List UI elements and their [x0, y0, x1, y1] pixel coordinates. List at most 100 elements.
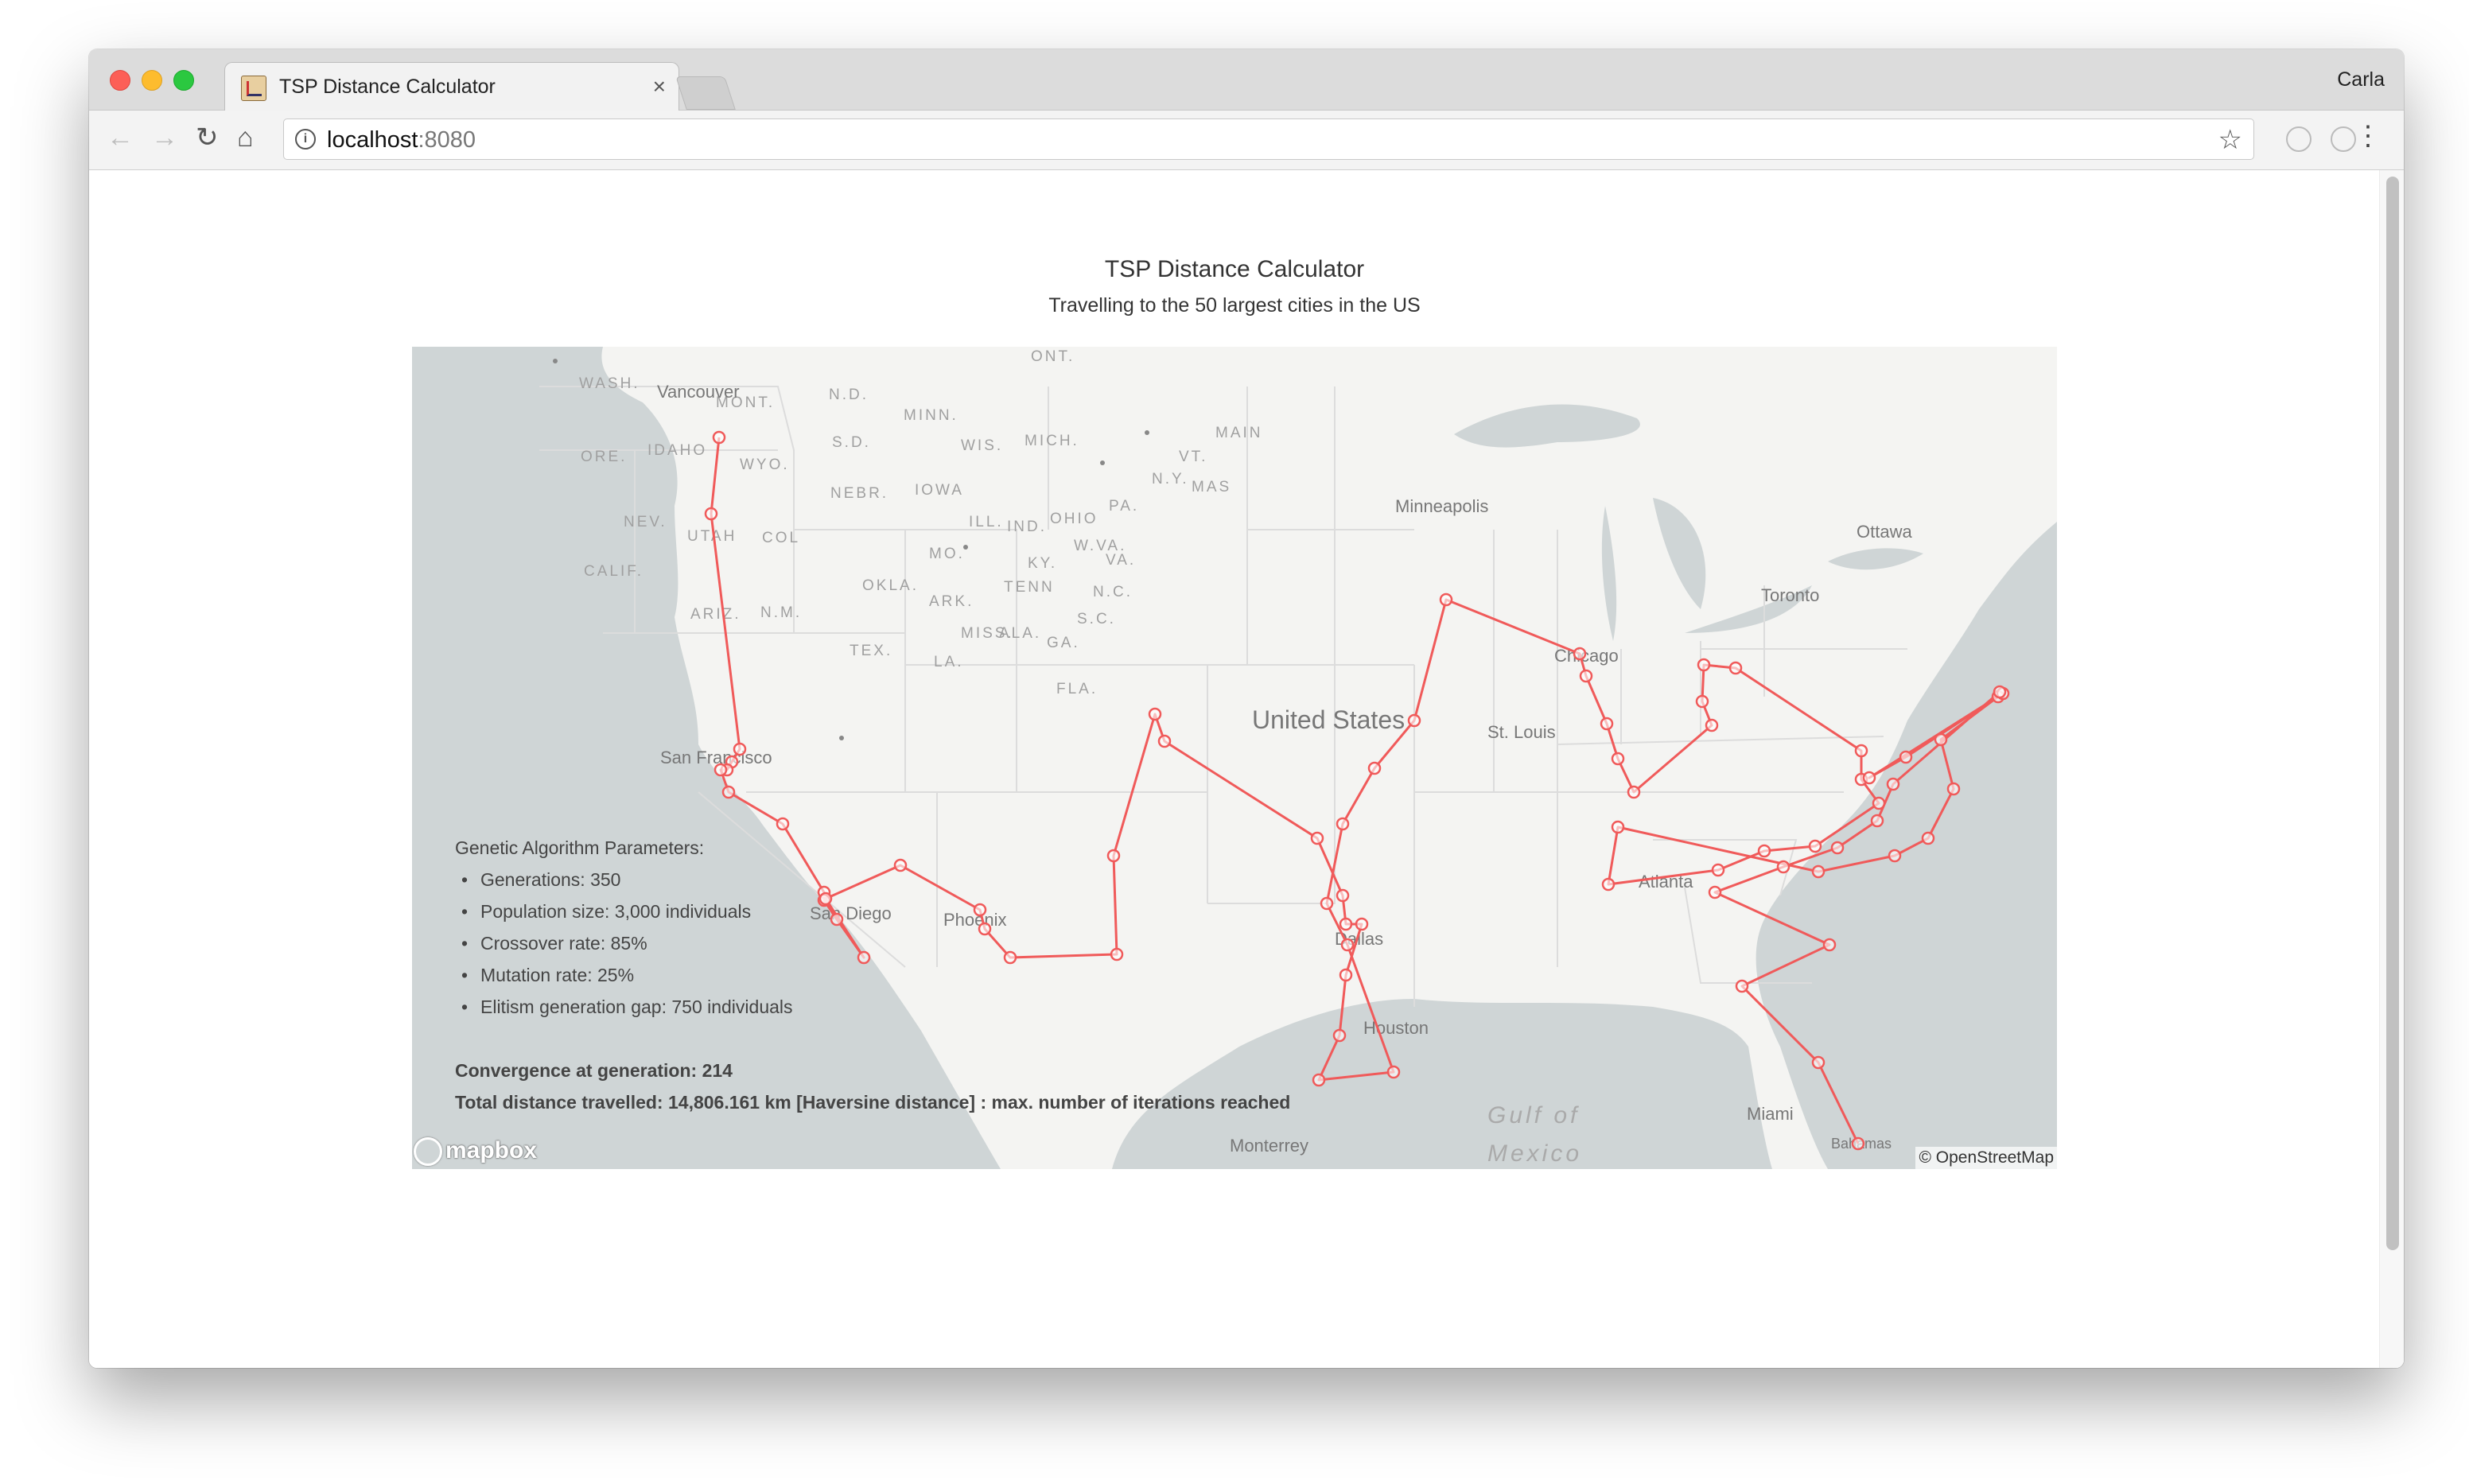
route-stop-marker — [1822, 938, 1837, 952]
route-stop-marker — [1921, 831, 1935, 845]
city-label-minneapolis: Minneapolis — [1395, 496, 1488, 516]
scrollbar-thumb[interactable] — [2386, 177, 2399, 1250]
page-title: TSP Distance Calculator — [1104, 256, 1365, 282]
route-stop-marker — [1600, 717, 1614, 731]
city-label-st-louis: St. Louis — [1487, 722, 1556, 742]
route-stop-marker — [1708, 885, 1722, 899]
gulf-label-line2: Mexico — [1487, 1140, 1582, 1167]
route-stop-marker — [733, 742, 747, 756]
page-content: TSP Distance Calculator Travelling to th… — [89, 170, 2404, 1368]
city-label-monterrey: Monterrey — [1230, 1136, 1308, 1156]
route-stop-marker — [1336, 888, 1350, 903]
route-stop-marker — [776, 817, 790, 831]
city-label-houston: Houston — [1363, 1018, 1429, 1038]
back-arrow-icon[interactable]: ← — [107, 122, 134, 153]
page-subtitle: Travelling to the 50 largest cities in t… — [1048, 294, 1421, 317]
favicon-icon — [241, 76, 266, 101]
route-stop-marker — [1332, 1028, 1347, 1043]
route-stop-marker — [1439, 592, 1453, 607]
extension-2-icon[interactable] — [2331, 126, 2356, 152]
route-stop-marker — [1946, 782, 1961, 796]
city-label-toronto: Toronto — [1761, 585, 1819, 605]
route-stop-marker — [1735, 979, 1749, 993]
total-distance-text: Total distance travelled: 14,806.161 km … — [455, 1092, 1291, 1113]
route-stop-marker — [1320, 896, 1334, 911]
mapbox-logo[interactable]: mapbox — [414, 1137, 537, 1166]
route-stop-marker — [1711, 863, 1725, 877]
route-stop-marker — [1888, 849, 1902, 863]
route-stop-marker — [704, 507, 718, 521]
tab-title: TSP Distance Calculator — [279, 76, 496, 98]
city-label-ottawa: Ottawa — [1857, 522, 1912, 542]
menu-dots-icon[interactable]: ⋮ — [2354, 120, 2382, 152]
route-stop-marker — [1811, 1055, 1826, 1070]
route-stop-marker — [713, 763, 728, 777]
city-label-san-francisco: San Francisco — [660, 748, 772, 767]
param-population-size: Population size: 3,000 individuals — [455, 895, 1290, 927]
url-text: localhost:8080 — [327, 127, 476, 153]
address-bar[interactable]: i localhost:8080 ☆ — [283, 118, 2254, 160]
zoom-window-button[interactable] — [173, 70, 194, 91]
route-stop-marker — [1336, 817, 1350, 831]
route-stop-marker — [1355, 917, 1369, 931]
route-stop-marker — [712, 430, 726, 445]
city-dots — [553, 359, 1149, 740]
mapbox-logo-text: mapbox — [445, 1136, 538, 1164]
route-stop-marker — [1695, 694, 1709, 709]
route-stop-marker — [1851, 1136, 1865, 1151]
route-stop-marker — [1862, 771, 1876, 785]
scrollbar[interactable] — [2379, 170, 2404, 1368]
url-port: :8080 — [418, 127, 476, 153]
route-stop-marker — [1340, 938, 1355, 952]
map-attribution[interactable]: © OpenStreetMap — [1915, 1147, 2057, 1169]
route-stop-marker — [1611, 752, 1625, 766]
city-label-chicago: Chicago — [1554, 646, 1619, 666]
param-elitism-gap: Elitism generation gap: 750 individuals — [455, 991, 1290, 1023]
parameters-list: Generations: 350 Population size: 3,000 … — [455, 864, 1290, 1023]
route-stop-marker — [1886, 777, 1900, 791]
convergence-text: Convergence at generation: 214 — [455, 1060, 733, 1081]
reload-icon[interactable]: ↻ — [196, 122, 219, 153]
route-stop-marker — [1310, 831, 1324, 845]
route-stop-marker — [1776, 860, 1791, 874]
forward-arrow-icon[interactable]: → — [151, 122, 178, 153]
extension-icon[interactable] — [2286, 126, 2312, 152]
route-stop-marker — [721, 785, 736, 799]
param-crossover-rate: Crossover rate: 85% — [455, 927, 1290, 959]
route-stop-marker — [1339, 917, 1353, 931]
route-stop-marker — [1993, 685, 2007, 699]
param-mutation-rate: Mutation rate: 25% — [455, 959, 1290, 991]
city-label-miami: Miami — [1747, 1104, 1794, 1124]
new-tab-button[interactable] — [675, 76, 736, 110]
route-stop-marker — [1899, 750, 1913, 764]
mapbox-logo-icon — [414, 1137, 442, 1166]
param-generations: Generations: 350 — [455, 864, 1290, 895]
route-stop-marker — [1757, 844, 1771, 858]
city-label-vancouver: Vancouver — [657, 382, 740, 402]
route-stop-marker — [1312, 1073, 1326, 1087]
route-stop-marker — [1386, 1065, 1401, 1079]
route-stop-marker — [1728, 661, 1743, 675]
ga-parameters-panel: Genetic Algorithm Parameters: Generation… — [455, 832, 1290, 1118]
route-stop-marker — [1854, 744, 1868, 758]
parameters-heading: Genetic Algorithm Parameters: — [455, 837, 705, 858]
route-stop-marker — [1705, 718, 1719, 732]
home-icon[interactable]: ⌂ — [237, 122, 254, 153]
browser-window: TSP Distance Calculator × Carla ← → ↻ ⌂ … — [89, 49, 2404, 1368]
profile-name[interactable]: Carla — [2337, 68, 2385, 91]
map[interactable]: WASH. ORE. IDAHO MONT. WYO. N.D. S.D. NE… — [412, 347, 2057, 1169]
close-window-button[interactable] — [110, 70, 130, 91]
gulf-label-line1: Gulf of — [1487, 1102, 1580, 1129]
minimize-window-button[interactable] — [142, 70, 162, 91]
tab-active[interactable]: TSP Distance Calculator × — [224, 62, 679, 111]
route-stop-marker — [1339, 968, 1353, 982]
route-stop-marker — [1872, 796, 1886, 810]
route-stop-marker — [1407, 713, 1421, 728]
bookmark-star-icon[interactable]: ☆ — [2218, 124, 2242, 156]
route-stop-marker — [1830, 841, 1845, 855]
route-stop-marker — [1697, 658, 1711, 672]
route-stop-marker — [1148, 707, 1162, 721]
route-stop-marker — [1627, 785, 1641, 799]
tab-close-icon[interactable]: × — [653, 74, 666, 99]
info-icon[interactable]: i — [295, 129, 316, 150]
